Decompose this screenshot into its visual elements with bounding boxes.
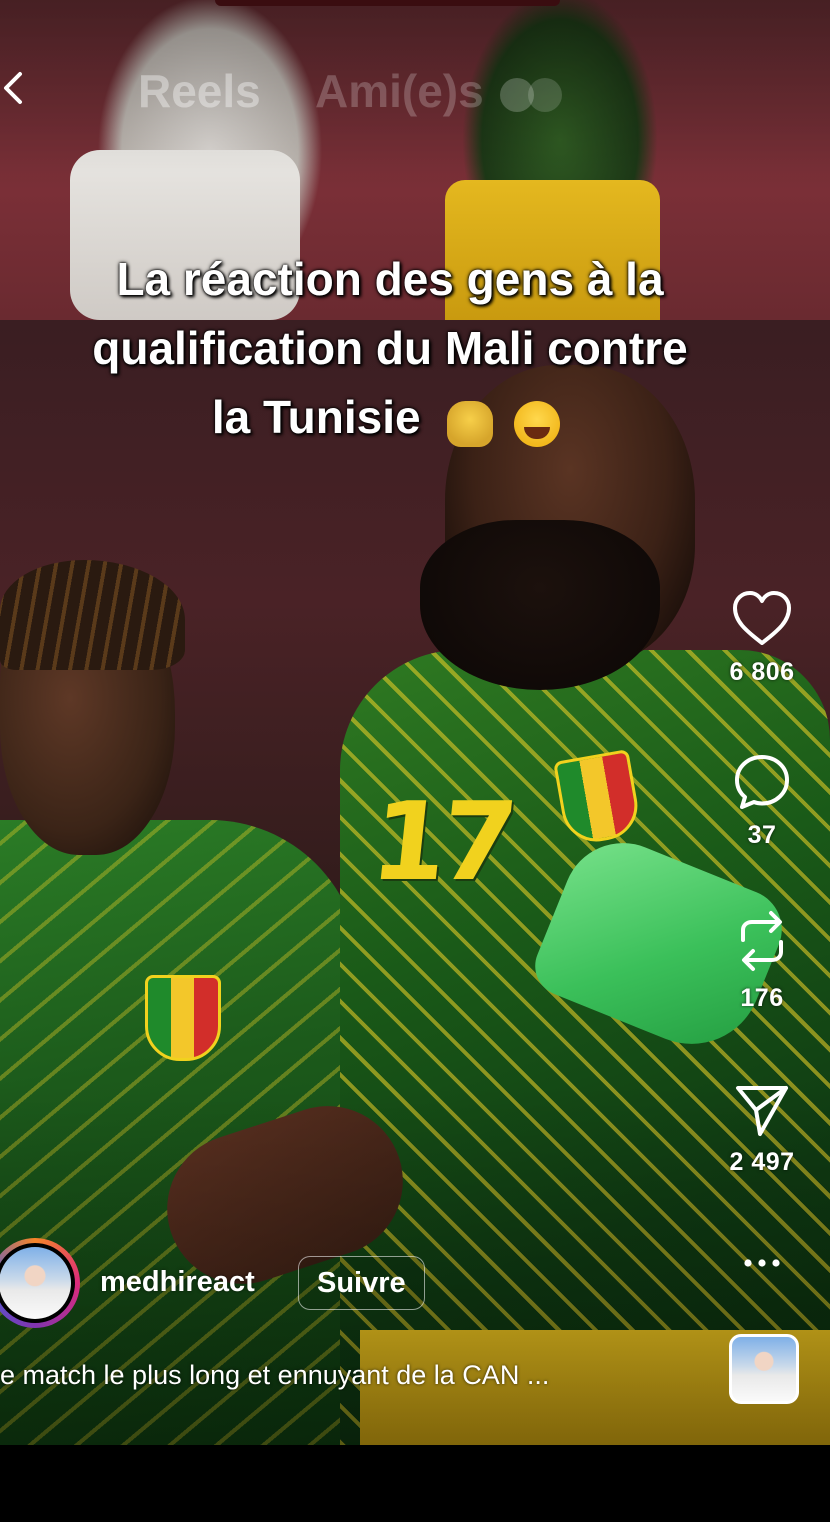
avatar[interactable] (0, 1238, 80, 1328)
overlay-line-3-wrap: la Tunisie (0, 383, 780, 455)
avatar-ring-inner (0, 1243, 75, 1323)
username[interactable]: medhireact (100, 1266, 255, 1299)
avatar-photo (0, 1247, 71, 1319)
tab-reels[interactable]: Reels (138, 64, 261, 118)
bottom-bar (0, 1445, 830, 1522)
friends-avatars-icon (499, 77, 562, 112)
comment-count: 37 (747, 821, 777, 849)
overlay-line-1: La réaction des gens à la (116, 253, 664, 305)
share-count: 2 497 (729, 1148, 795, 1176)
repost-button[interactable]: 176 (712, 908, 812, 1013)
video-text-overlay: La réaction des gens à la qualification … (0, 245, 780, 455)
overlay-emojis (447, 386, 568, 455)
share-button[interactable]: 2 497 (712, 1082, 812, 1177)
clapping-hands-icon (447, 401, 494, 448)
top-navigation: Reels Ami(e)s (0, 60, 830, 120)
status-notch (215, 0, 560, 6)
follow-button[interactable]: Suivre (298, 1256, 425, 1310)
reel-video[interactable]: 17 (0, 0, 830, 1445)
overlay-line-3: la Tunisie (211, 391, 421, 443)
author-row: medhireact Suivre (0, 1238, 700, 1334)
like-count: 6 806 (729, 658, 795, 686)
overlay-line-2: qualification du Mali contre (92, 322, 688, 374)
like-button[interactable]: 6 806 (712, 590, 812, 687)
tab-friends[interactable]: Ami(e)s (315, 64, 567, 118)
chevron-left-icon[interactable] (0, 68, 34, 108)
comment-button[interactable]: 37 (712, 753, 812, 850)
comment-bubble-icon (735, 755, 789, 809)
repost-count: 176 (740, 984, 784, 1012)
tab-friends-label: Ami(e)s (315, 65, 484, 117)
repost-icon (741, 911, 783, 971)
paper-plane-icon (736, 1086, 788, 1136)
audio-thumbnail[interactable] (729, 1334, 799, 1404)
tears-of-joy-icon (514, 401, 561, 448)
video-vignette (0, 0, 830, 1445)
reels-screen: 17 Reels Ami(e)s La réaction des gens à … (0, 0, 830, 1522)
heart-icon (733, 591, 791, 645)
reel-description[interactable]: e match le plus long et ennuyant de la C… (0, 1360, 690, 1391)
more-dots-icon[interactable] (742, 1256, 782, 1270)
